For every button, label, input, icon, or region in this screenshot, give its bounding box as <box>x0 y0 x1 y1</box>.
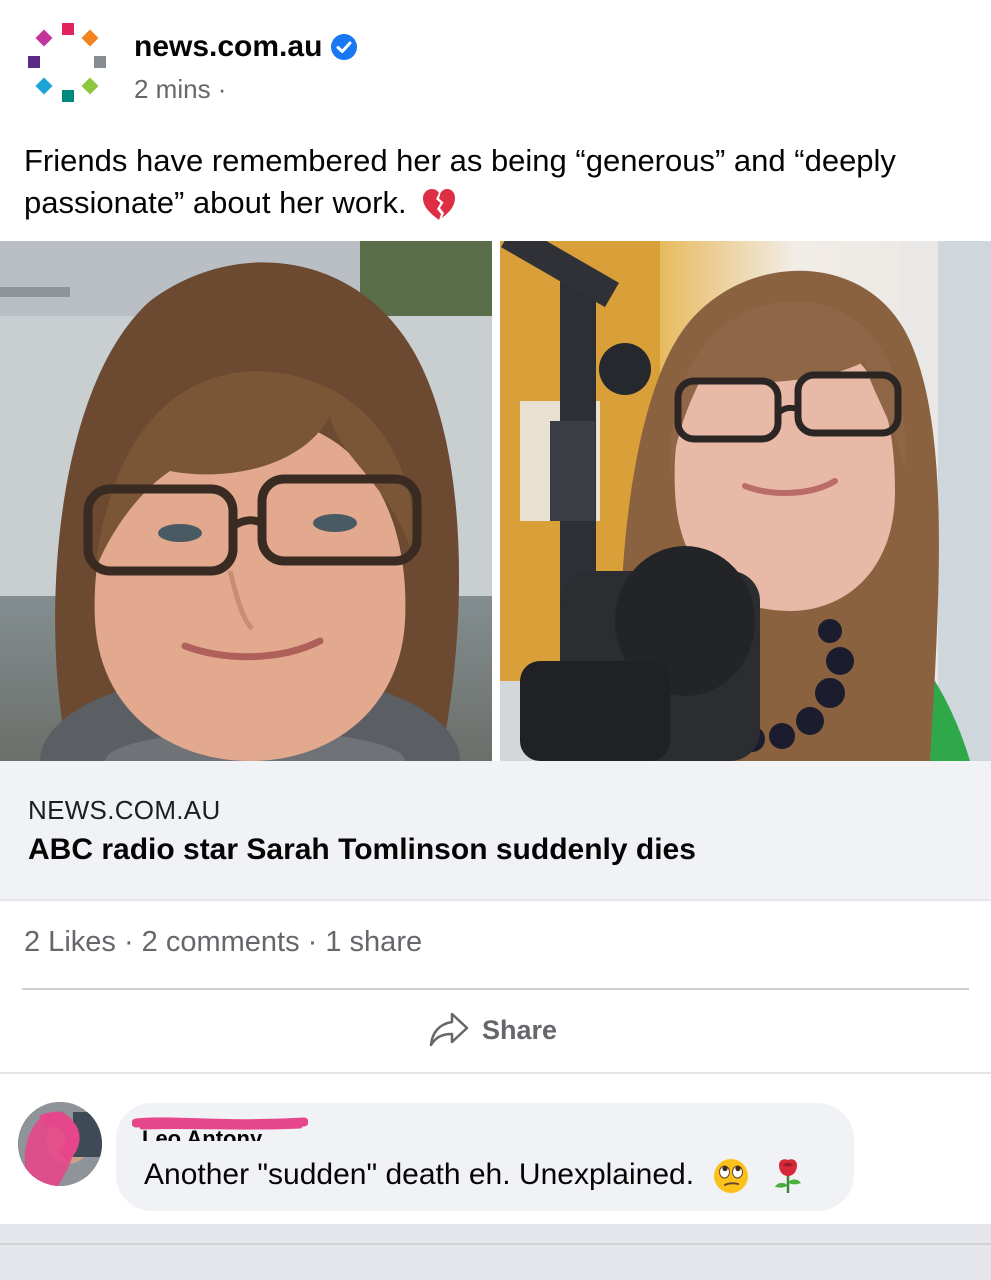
verified-badge-icon <box>331 34 358 60</box>
comment-text: Another "sudden" death eh. Unexplained. <box>144 1157 695 1191</box>
divider <box>0 1072 991 1074</box>
news-logo-icon[interactable] <box>22 20 114 112</box>
caption-text: Friends have remembered her as being “ge… <box>24 143 896 220</box>
photo-radio-studio[interactable] <box>500 241 991 761</box>
post-photos[interactable] <box>0 241 991 761</box>
portrait-illustration-left <box>0 241 492 761</box>
rose-icon <box>774 1159 801 1193</box>
post-caption: Friends have remembered her as being “ge… <box>24 140 964 224</box>
eye-roll-icon <box>714 1159 749 1193</box>
share-button[interactable]: Share <box>428 1006 557 1054</box>
comment-bubble[interactable]: Leo Antony Another "sudden" death eh. Un… <box>116 1103 854 1211</box>
page-name[interactable]: news.com.au <box>134 30 358 64</box>
divider <box>0 899 991 901</box>
divider <box>22 988 969 990</box>
page-name-label[interactable]: news.com.au <box>134 30 322 64</box>
post-timestamp[interactable]: 2 mins · <box>134 74 226 105</box>
share-arrow-icon <box>429 1012 469 1047</box>
broken-heart-icon <box>423 188 456 220</box>
commenter-avatar[interactable] <box>18 1102 102 1186</box>
redaction-scribble <box>132 1117 308 1130</box>
link-preview[interactable]: NEWS.COM.AU ABC radio star Sarah Tomlins… <box>0 761 991 899</box>
photo-selfie-river[interactable] <box>0 241 492 761</box>
divider <box>0 1243 991 1245</box>
avatar-image <box>18 1102 102 1186</box>
comment-body: Another "sudden" death eh. Unexplained. <box>144 1157 807 1195</box>
link-title[interactable]: ABC radio star Sarah Tomlinson suddenly … <box>28 833 696 867</box>
portrait-illustration-right <box>500 241 991 761</box>
engagement-stats[interactable]: 2 Likes · 2 comments · 1 share <box>24 926 422 959</box>
share-label[interactable]: Share <box>482 1015 557 1046</box>
link-domain: NEWS.COM.AU <box>28 795 221 825</box>
feed-bottom-band <box>0 1224 991 1280</box>
post-header: news.com.au 2 mins · <box>0 0 991 130</box>
